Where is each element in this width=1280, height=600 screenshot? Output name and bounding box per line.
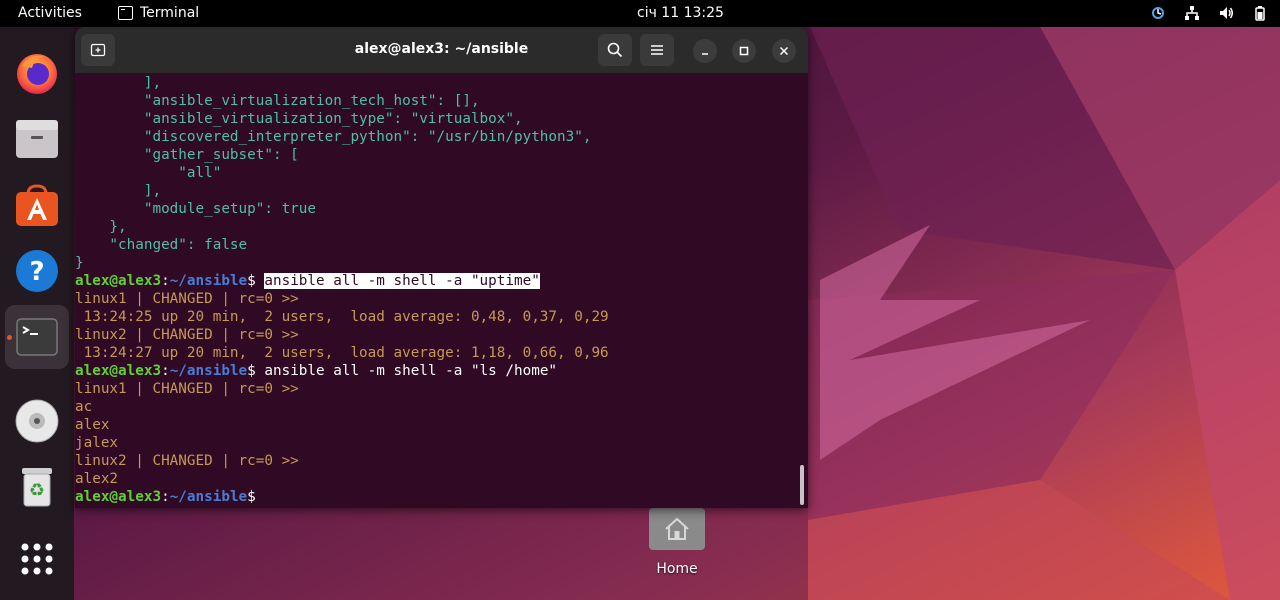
terminal-output[interactable]: ], "ansible_virtualization_tech_host": [… xyxy=(75,73,808,508)
activities-button[interactable]: Activities xyxy=(18,5,82,21)
software-store-icon xyxy=(16,184,58,226)
home-folder-icon xyxy=(649,508,705,550)
search-icon xyxy=(607,42,623,58)
terminal-line: ], xyxy=(75,183,162,199)
prompt-path: ~/ansible xyxy=(169,273,248,289)
terminal-line: "ansible_virtualization_tech_host": [], xyxy=(75,93,480,109)
prompt-user: alex@alex3 xyxy=(75,273,162,289)
svg-text:♻: ♻ xyxy=(29,480,45,501)
terminal-window[interactable]: alex@alex3: ~/ansible], "ansible_virtua… xyxy=(75,27,808,508)
output-line: jalex xyxy=(75,435,119,451)
power-icon[interactable] xyxy=(1252,5,1268,21)
search-button[interactable] xyxy=(598,34,632,66)
terminal-line: "all" xyxy=(75,165,222,181)
dock-item-trash[interactable]: ♻ xyxy=(5,453,69,517)
running-indicator xyxy=(7,335,12,340)
dock-item-help[interactable]: ? xyxy=(5,239,69,303)
hamburger-menu-icon xyxy=(651,45,663,55)
terminal-line: } xyxy=(75,255,84,271)
menu-button[interactable] xyxy=(640,34,674,66)
terminal-headerbar[interactable]: alex@alex3: ~/ansible xyxy=(75,27,808,73)
files-icon xyxy=(16,120,58,158)
prompt-user: alex@alex3 xyxy=(75,489,162,505)
help-icon: ? xyxy=(16,250,58,292)
terminal-line: "gather_subset": [ xyxy=(75,147,299,163)
minimize-icon xyxy=(702,53,708,55)
terminal-line: ], xyxy=(75,75,162,91)
prompt-separator: : xyxy=(161,363,170,379)
terminal-app-icon xyxy=(16,318,58,356)
command-text: ansible all -m shell -a "uptime" xyxy=(264,273,540,289)
dock-item-files[interactable] xyxy=(5,107,69,171)
prompt-line[interactable]: alex@alex3:~/ansible$ xyxy=(75,488,256,506)
volume-icon[interactable] xyxy=(1218,5,1234,21)
maximize-button[interactable] xyxy=(732,39,756,63)
terminal-scrollbar[interactable] xyxy=(800,465,804,505)
output-line: alex xyxy=(75,417,110,433)
output-line: linux1 | CHANGED | rc=0 >> xyxy=(75,291,299,307)
output-line: linux1 | CHANGED | rc=0 >> xyxy=(75,381,299,397)
prompt-line: alex@alex3:~/ansible$ ansible all -m she… xyxy=(75,272,540,290)
prompt-dollar: $ xyxy=(247,489,256,505)
close-button[interactable] xyxy=(772,39,796,63)
update-icon[interactable] xyxy=(1150,5,1166,21)
prompt-dollar: $ xyxy=(247,363,256,379)
output-line: alex2 xyxy=(75,471,119,487)
terminal-line: "ansible_virtualization_type": "virtualb… xyxy=(75,111,523,127)
prompt-dollar: $ xyxy=(247,273,256,289)
desktop-home-icon[interactable]: Home xyxy=(648,508,706,590)
system-tray[interactable] xyxy=(1150,3,1268,23)
terminal-line: "changed": false xyxy=(75,237,248,253)
minimize-button[interactable] xyxy=(693,39,717,63)
firefox-icon xyxy=(17,54,57,94)
app-menu-label: Terminal xyxy=(140,5,200,21)
trash-icon: ♻ xyxy=(22,468,52,507)
top-bar: Activities Terminal січ 11 13:25 xyxy=(0,0,1280,27)
output-line: 13:24:27 up 20 min, 2 users, load averag… xyxy=(75,345,609,361)
close-icon xyxy=(779,46,789,56)
app-grid-icon xyxy=(21,543,53,575)
disc-icon xyxy=(15,399,59,443)
terminal-line: }, xyxy=(75,219,127,235)
dock-item-optical-disc[interactable] xyxy=(5,389,69,453)
home-label: Home xyxy=(656,561,698,577)
svg-text:?: ? xyxy=(29,257,44,287)
dock: ? ♻ xyxy=(0,27,74,600)
dock-item-ubuntu-software[interactable] xyxy=(5,173,69,237)
terminal-line: "module_setup": true xyxy=(75,201,317,217)
dock-item-terminal[interactable] xyxy=(5,305,69,369)
output-line: linux2 | CHANGED | rc=0 >> xyxy=(75,327,299,343)
prompt-user: alex@alex3 xyxy=(75,363,162,379)
output-line: ac xyxy=(75,399,93,415)
output-line: 13:24:25 up 20 min, 2 users, load averag… xyxy=(75,309,609,325)
maximize-icon xyxy=(739,46,749,56)
terminal-line: "discovered_interpreter_python": "/usr/b… xyxy=(75,129,592,145)
terminal-icon xyxy=(118,6,133,20)
dock-item-firefox[interactable] xyxy=(5,41,69,105)
prompt-path: ~/ansible xyxy=(169,363,248,379)
prompt-separator: : xyxy=(161,489,170,505)
command-text: ansible all -m shell -a "ls /home" xyxy=(264,363,558,379)
dock-item-show-applications[interactable] xyxy=(5,527,69,591)
network-icon[interactable] xyxy=(1184,5,1200,21)
output-line: linux2 | CHANGED | rc=0 >> xyxy=(75,453,299,469)
prompt-path: ~/ansible xyxy=(169,489,248,505)
app-menu[interactable]: Terminal xyxy=(118,5,199,21)
prompt-line: alex@alex3:~/ansible$ ansible all -m she… xyxy=(75,362,557,380)
prompt-separator: : xyxy=(161,273,170,289)
clock[interactable]: січ 11 13:25 xyxy=(637,5,724,21)
